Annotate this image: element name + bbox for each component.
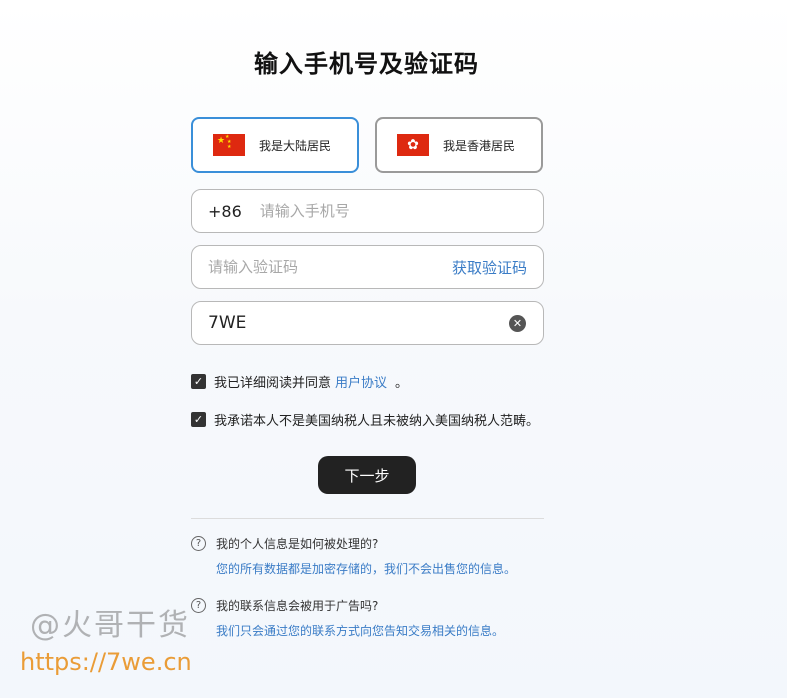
phone-field[interactable]: +86 [191, 189, 544, 233]
mainland-resident-button[interactable]: ★ ★ ★ ★ 我是大陆居民 [191, 117, 359, 173]
faq-answer: 您的所有数据都是加密存储的，我们不会出售您的信息。 [216, 562, 517, 576]
faq-question: 我的个人信息是如何被处理的? [216, 537, 379, 551]
verification-code-input[interactable] [192, 246, 452, 288]
faq-answer: 我们只会通过您的联系方式向您告知交易相关的信息。 [216, 624, 505, 638]
watermark-handle: @火哥干货 [30, 608, 190, 643]
faq-question: 我的联系信息会被用于广告吗? [216, 599, 379, 613]
verification-code-field[interactable]: 获取验证码 [191, 245, 544, 289]
phone-input[interactable] [259, 190, 543, 232]
next-step-button[interactable]: 下一步 [318, 456, 416, 494]
hong-kong-flag-icon: ✿ [397, 134, 429, 156]
country-code-prefix[interactable]: +86 [208, 202, 242, 221]
user-agreement-link[interactable]: 用户协议 [335, 372, 387, 391]
get-code-link[interactable]: 获取验证码 [452, 257, 527, 278]
agreement-checkbox[interactable]: ✓ [191, 374, 206, 389]
watermark-url: https://7we.cn [20, 648, 192, 676]
tax-declaration-text: 我承诺本人不是美国纳税人且未被纳入美国纳税人范畴。 [214, 414, 540, 429]
mainland-resident-label: 我是大陆居民 [259, 138, 332, 153]
hk-resident-button[interactable]: ✿ 我是香港居民 [375, 117, 543, 173]
hk-resident-label: 我是香港居民 [443, 138, 516, 153]
user-agreement-row: ✓ 我已详细阅读并同意 用户协议 。 [191, 372, 408, 391]
clear-icon[interactable]: ✕ [509, 314, 526, 332]
china-flag-icon: ★ ★ ★ ★ [213, 134, 245, 156]
faq-item: ? 我的联系信息会被用于广告吗? 我们只会通过您的联系方式向您告知交易相关的信息… [191, 597, 551, 639]
question-circle-icon: ? [191, 598, 206, 613]
agreement-text: 我已详细阅读并同意 [214, 376, 332, 391]
captcha-input[interactable] [192, 302, 509, 344]
faq-item: ? 我的个人信息是如何被处理的? 您的所有数据都是加密存储的，我们不会出售您的信… [191, 535, 551, 577]
tax-declaration-row: ✓ 我承诺本人不是美国纳税人且未被纳入美国纳税人范畴。 [191, 410, 539, 429]
captcha-field[interactable]: ✕ [191, 301, 544, 345]
question-circle-icon: ? [191, 536, 206, 551]
page-title: 输入手机号及验证码 [254, 50, 479, 78]
divider [191, 518, 544, 519]
agreement-suffix: 。 [395, 376, 409, 391]
tax-declaration-checkbox[interactable]: ✓ [191, 412, 206, 427]
